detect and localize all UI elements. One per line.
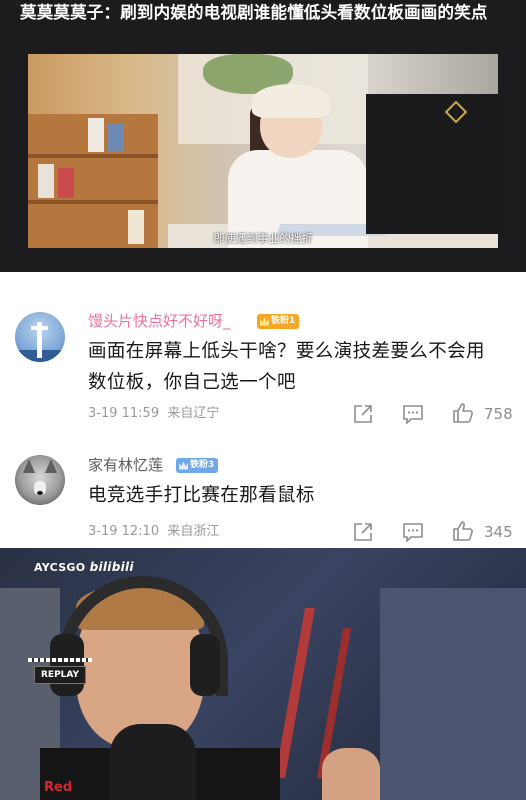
comment-item: 馒头片快点好不好呀_ 铁粉1 画面在屏幕上低头干啥？要么演技差要么不会用 数位板… xyxy=(0,272,526,438)
fan-badge: 铁粉1 xyxy=(257,314,300,329)
stage-light xyxy=(275,608,315,778)
bilibili-logo: bilibili xyxy=(89,560,134,574)
comment-icon[interactable] xyxy=(402,522,424,542)
stream-screenshot[interactable]: Red AYCSGO bilibili REPLAY xyxy=(0,548,526,800)
watermark-channel: AYCSGO xyxy=(34,561,86,574)
share-icon[interactable] xyxy=(352,404,374,424)
headset-earcup xyxy=(190,634,220,696)
crown-icon xyxy=(260,317,269,326)
comment-text-line: 画面在屏幕上低头干啥？要么演技差要么不会用 xyxy=(88,341,485,362)
comment-location: 来自浙江 xyxy=(167,524,220,539)
player-hand xyxy=(322,748,380,800)
like-icon[interactable] xyxy=(452,521,474,541)
post-card[interactable]: 莫莫莫莫子：刷到内娱的电视剧谁能懂低头看数位板画画的笑点 即使遇到事业的挫折 xyxy=(0,0,526,272)
comment-item: 家有林忆莲 铁粉3 电竞选手打比赛在那看鼠标 3-19 12:10 来自浙江 3… xyxy=(0,444,526,548)
bookshelf xyxy=(28,114,158,248)
comment-meta: 3-19 11:59 来自辽宁 xyxy=(88,406,219,422)
comment-meta: 3-19 12:10 来自浙江 xyxy=(88,524,219,540)
replay-stripe xyxy=(28,658,92,662)
share-icon[interactable] xyxy=(352,522,374,542)
stream-watermark: AYCSGO bilibili xyxy=(34,560,134,574)
like-count: 758 xyxy=(484,405,513,423)
comment-icon[interactable] xyxy=(402,404,424,424)
comment-text-line: 电竞选手打比赛在那看鼠标 xyxy=(88,485,315,506)
monitor xyxy=(366,94,498,234)
avatar[interactable] xyxy=(15,455,65,505)
like-count: 345 xyxy=(484,523,513,541)
person-headscarf xyxy=(252,84,330,118)
comment-text: 电竞选手打比赛在那看鼠标 xyxy=(88,480,315,511)
replay-overlay: REPLAY xyxy=(28,658,92,684)
video-thumbnail[interactable]: 即使遇到事业的挫折 xyxy=(28,54,498,248)
replay-label: REPLAY xyxy=(34,666,87,684)
post-title: 莫莫莫莫子：刷到内娱的电视剧谁能懂低头看数位板画画的笑点 xyxy=(20,3,488,22)
comment-date: 3-19 11:59 xyxy=(88,406,160,421)
comment-username[interactable]: 馒头片快点好不好呀_ xyxy=(88,312,231,330)
fan-badge: 铁粉3 xyxy=(176,458,219,473)
jersey-logo-text: Red xyxy=(44,780,73,795)
fan-badge-label: 铁粉3 xyxy=(190,460,215,470)
comment-username[interactable]: 家有林忆莲 xyxy=(88,456,163,474)
stage-panel xyxy=(380,588,526,800)
like-icon[interactable] xyxy=(452,403,474,423)
comment-location: 来自辽宁 xyxy=(167,406,220,421)
fan-badge-label: 铁粉1 xyxy=(271,316,296,326)
page: 莫莫莫莫子：刷到内娱的电视剧谁能懂低头看数位板画画的笑点 即使遇到事业的挫折 馒… xyxy=(0,0,526,800)
comment-text-line: 数位板，你自己选一个吧 xyxy=(88,372,296,393)
comment-text: 画面在屏幕上低头干啥？要么演技差要么不会用 数位板，你自己选一个吧 xyxy=(88,336,485,398)
mouse-icon xyxy=(110,724,196,800)
comment-date: 3-19 12:10 xyxy=(88,524,160,539)
crown-icon xyxy=(179,461,188,470)
avatar[interactable] xyxy=(15,312,65,362)
video-subtitle: 即使遇到事业的挫折 xyxy=(213,232,313,245)
